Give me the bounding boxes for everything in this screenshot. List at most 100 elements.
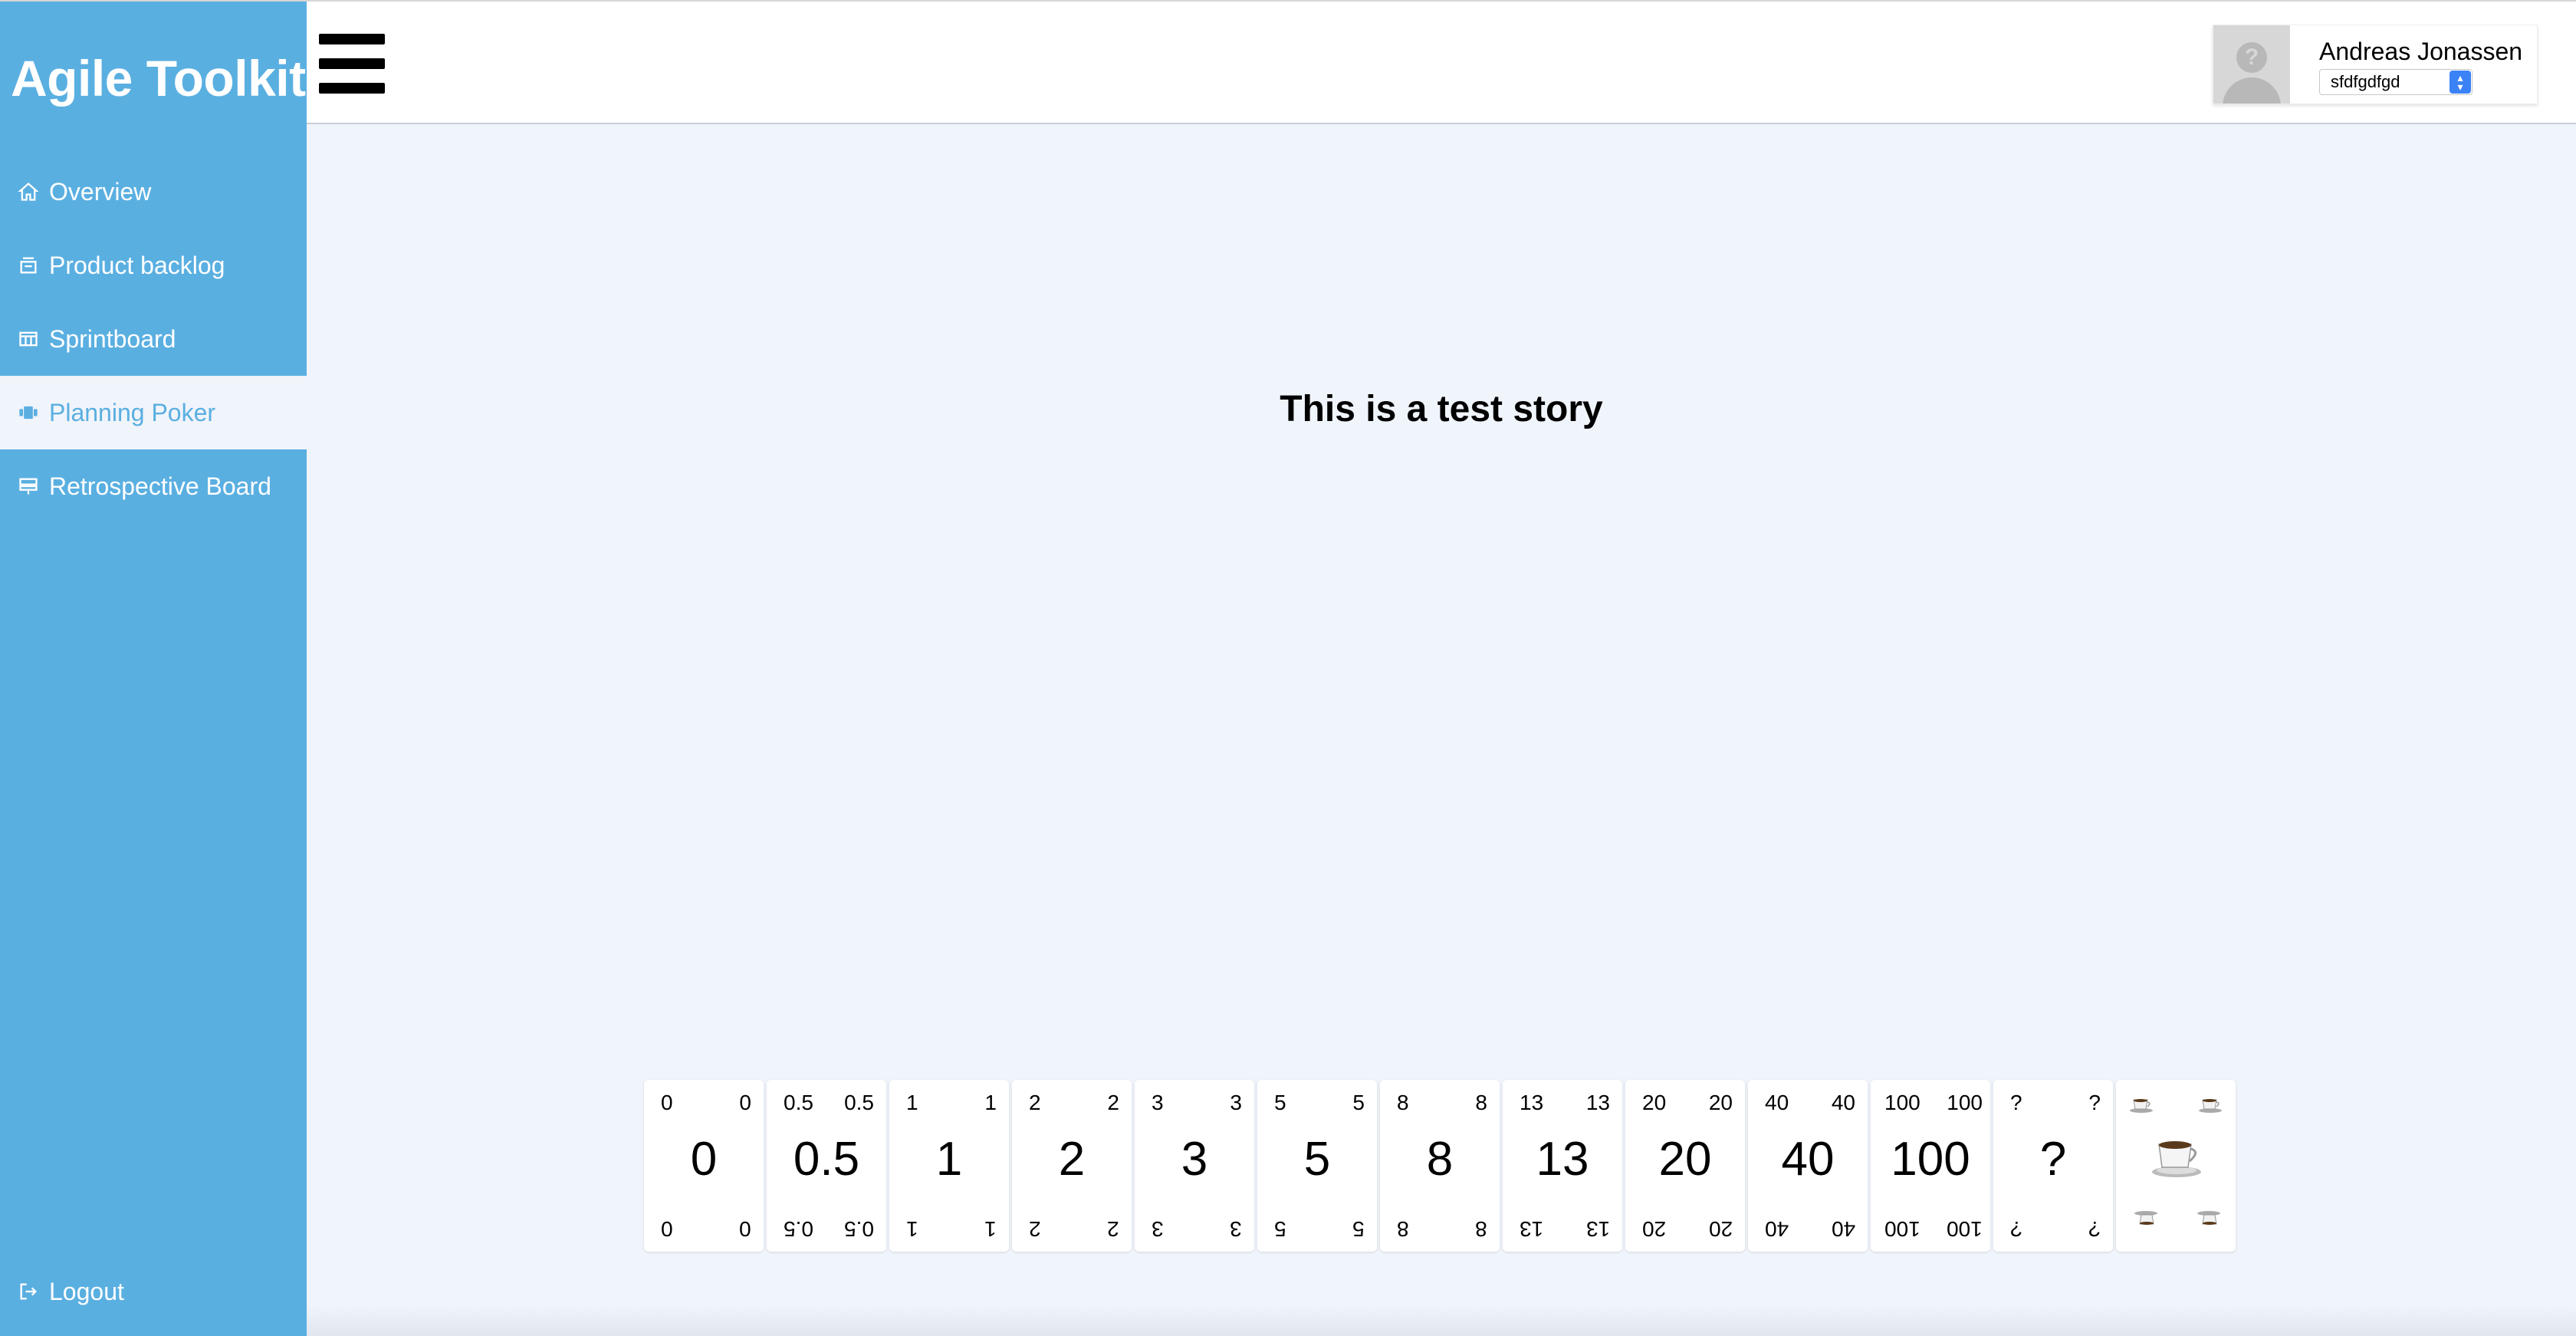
card-corner: 0 — [661, 1091, 673, 1114]
card-corner: 100 — [1884, 1217, 1921, 1241]
sidebar-nav: Overview Product backlog Sprintboard Pla… — [0, 155, 307, 523]
card-value: 20 — [1658, 1133, 1712, 1186]
user-info: Andreas Jonassen sfdfgdfgd ▴ ▾ — [2290, 25, 2522, 104]
poker-card-0[interactable]: 0 0 0 0 0 — [644, 1080, 764, 1252]
card-corner: 20 — [1642, 1091, 1667, 1114]
card-corner: 20 — [1708, 1217, 1733, 1241]
sidebar-item-overview[interactable]: Overview — [0, 155, 307, 229]
sidebar: Agile Toolkit Overview Product backlog S… — [0, 2, 307, 1336]
card-value: 2 — [1058, 1133, 1086, 1186]
card-corner: 100 — [1947, 1091, 1983, 1114]
card-corner: 5 — [1274, 1217, 1286, 1241]
sidebar-item-planning-poker[interactable]: Planning Poker — [0, 376, 307, 449]
card-value: 8 — [1426, 1133, 1454, 1186]
sidebar-item-sprintboard[interactable]: Sprintboard — [0, 302, 307, 376]
card-value: 0 — [690, 1133, 718, 1186]
card-corner: 0.5 — [784, 1091, 813, 1114]
poker-card-deck: 0 0 0 0 0 0.5 0.5 0.5 0.5 0.5 1 1 1 1 1 … — [644, 1080, 2239, 1252]
poker-card-8[interactable]: 8 8 8 8 8 — [1380, 1080, 1500, 1252]
sidebar-item-label: Product backlog — [49, 251, 225, 279]
card-corner: 8 — [1475, 1217, 1487, 1241]
top-header: ? Andreas Jonassen sfdfgdfgd ▴ ▾ — [307, 2, 2576, 124]
poker-card-20[interactable]: 20 20 20 20 20 — [1625, 1080, 1745, 1252]
menu-toggle-button[interactable] — [319, 34, 385, 94]
coffee-icon — [2199, 1099, 2222, 1113]
poker-card-0-5[interactable]: 0.5 0.5 0.5 0.5 0.5 — [767, 1080, 886, 1252]
poker-card-1[interactable]: 1 1 1 1 1 — [889, 1080, 1009, 1252]
poker-card-3[interactable]: 3 3 3 3 3 — [1135, 1080, 1254, 1252]
card-corner: ? — [2088, 1217, 2101, 1241]
card-corner: 20 — [1708, 1091, 1733, 1114]
card-corner: 0 — [661, 1217, 673, 1241]
sidebar-item-retrospective-board[interactable]: Retrospective Board — [0, 449, 307, 523]
card-corner: 2 — [1029, 1217, 1041, 1241]
app-brand[interactable]: Agile Toolkit — [0, 2, 307, 155]
card-value: 1 — [935, 1133, 963, 1186]
poker-card-2[interactable]: 2 2 2 2 2 — [1012, 1080, 1132, 1252]
card-value: 13 — [1536, 1133, 1589, 1186]
card-corner: 13 — [1520, 1091, 1544, 1114]
poker-card-40[interactable]: 40 40 40 40 40 — [1748, 1080, 1868, 1252]
poker-card-unknown[interactable]: ? ? ? ? ? — [1993, 1080, 2113, 1252]
content-bottom-shadow — [307, 1305, 2576, 1336]
card-corner: 40 — [1831, 1091, 1855, 1114]
card-corner: 1 — [906, 1091, 918, 1114]
poker-card-5[interactable]: 5 5 5 5 5 — [1257, 1080, 1377, 1252]
card-corner: 40 — [1831, 1217, 1855, 1241]
card-corner: 100 — [1884, 1091, 1921, 1114]
card-corner: 1 — [984, 1091, 997, 1114]
backlog-icon — [15, 252, 41, 278]
card-corner: 13 — [1520, 1217, 1544, 1241]
home-icon — [15, 179, 41, 205]
card-corner: 2 — [1029, 1091, 1041, 1114]
poker-card-100[interactable]: 100 100 100 100 100 — [1871, 1080, 1990, 1252]
sidebar-item-label: Overview — [49, 177, 152, 206]
card-corner: 8 — [1397, 1217, 1409, 1241]
card-corner: ? — [2088, 1091, 2101, 1114]
user-name: Andreas Jonassen — [2319, 38, 2523, 65]
avatar[interactable]: ? — [2213, 25, 2290, 104]
retro-icon — [15, 473, 41, 499]
card-corner: 100 — [1947, 1217, 1983, 1241]
coffee-icon — [2130, 1099, 2153, 1113]
hamburger-bar — [319, 58, 385, 69]
hamburger-bar — [319, 34, 385, 44]
card-corner: 3 — [1230, 1091, 1242, 1114]
coffee-icon — [2152, 1141, 2201, 1177]
card-corner: 40 — [1765, 1217, 1789, 1241]
select-arrows-icon: ▴ ▾ — [2450, 71, 2471, 94]
card-value: 5 — [1303, 1133, 1331, 1186]
avatar-placeholder-icon: ? — [2236, 42, 2267, 73]
card-corner: 2 — [1107, 1217, 1119, 1241]
poker-card-coffee[interactable] — [2116, 1080, 2236, 1252]
card-corner: 3 — [1230, 1217, 1242, 1241]
sidebar-item-label: Sprintboard — [49, 324, 176, 353]
user-panel: ? Andreas Jonassen sfdfgdfgd ▴ ▾ — [2213, 25, 2538, 104]
board-icon — [15, 326, 41, 352]
card-corner: 0.5 — [784, 1217, 813, 1241]
coffee-icon — [2134, 1211, 2157, 1225]
sidebar-item-label: Planning Poker — [49, 398, 216, 426]
card-corner: 40 — [1765, 1091, 1789, 1114]
card-value: 0.5 — [793, 1133, 860, 1186]
card-value: 100 — [1891, 1133, 1970, 1186]
card-corner: ? — [2010, 1091, 2022, 1114]
avatar-body — [2223, 77, 2281, 104]
card-corner: 20 — [1642, 1217, 1667, 1241]
card-corner: ? — [2010, 1217, 2022, 1241]
coffee-icon — [2197, 1211, 2220, 1225]
card-value: ? — [2039, 1133, 2067, 1186]
sidebar-item-label: Retrospective Board — [49, 472, 271, 500]
logout-icon — [15, 1278, 41, 1305]
cards-icon — [15, 400, 41, 426]
sidebar-item-product-backlog[interactable]: Product backlog — [0, 229, 307, 302]
card-value: 40 — [1781, 1133, 1835, 1186]
logout-button[interactable]: Logout — [0, 1261, 307, 1322]
card-corner: 5 — [1352, 1091, 1365, 1114]
card-corner: 3 — [1152, 1091, 1164, 1114]
card-corner: 2 — [1107, 1091, 1119, 1114]
team-select[interactable]: sfdfgdfgd ▴ ▾ — [2319, 69, 2472, 95]
card-corner: 13 — [1585, 1217, 1610, 1241]
logout-label: Logout — [49, 1277, 124, 1305]
poker-card-13[interactable]: 13 13 13 13 13 — [1503, 1080, 1622, 1252]
